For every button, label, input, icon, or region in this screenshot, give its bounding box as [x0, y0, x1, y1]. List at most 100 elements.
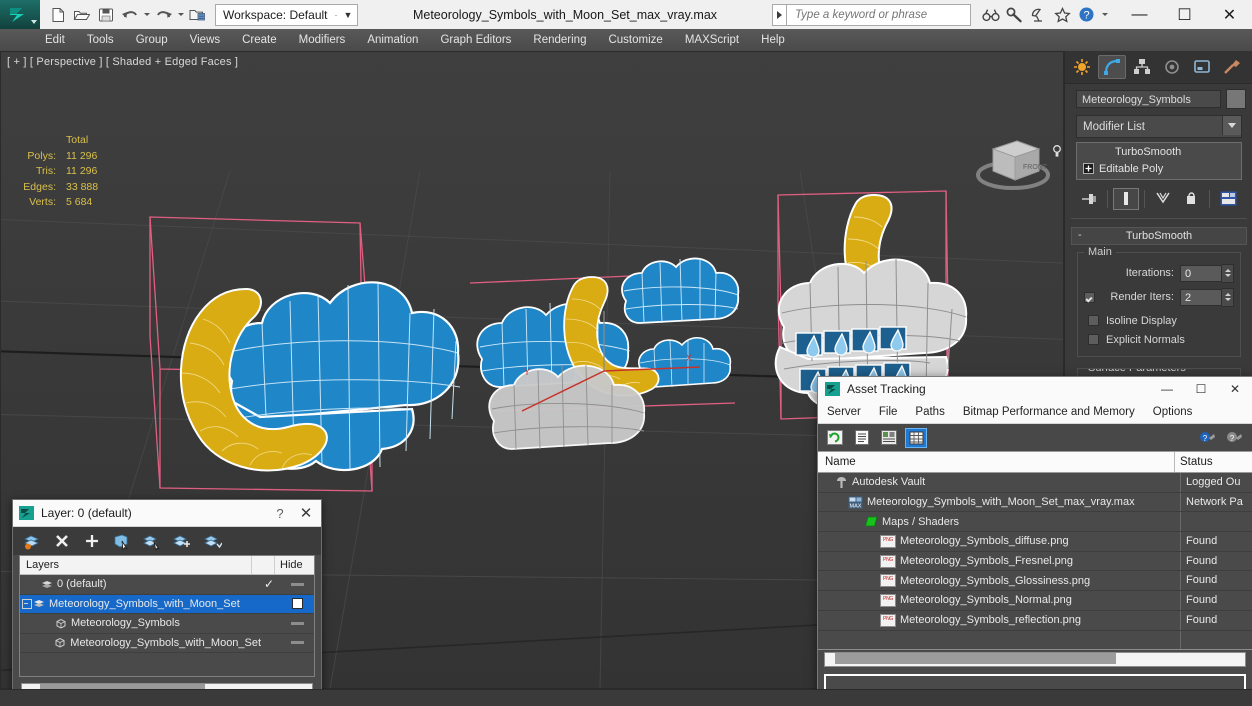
asset-tracking-dialog[interactable]: Asset Tracking — ☐ ✕ Server File Paths B… — [817, 376, 1252, 702]
menu-item-create[interactable]: Create — [231, 29, 288, 51]
select-objects-in-layer-icon[interactable] — [109, 530, 135, 552]
modifier-list-dropdown[interactable]: Modifier List — [1076, 115, 1242, 138]
menu-item-maxscript[interactable]: MAXScript — [674, 29, 750, 51]
workspace-chevron-down-icon[interactable]: ▼ — [341, 10, 355, 20]
layer-current-check-icon[interactable]: ✓ — [258, 577, 280, 591]
layer-dialog-close-button[interactable]: ✕ — [291, 504, 321, 522]
undo-dropdown-icon[interactable] — [142, 3, 151, 26]
help-gray-icon[interactable]: ? — [1224, 428, 1246, 448]
asset-row-fresnel-png[interactable]: Meteorology_Symbols_Fresnel.png Found — [818, 551, 1252, 572]
modifier-stack-item-editable-poly[interactable]: Editable Poly — [1077, 160, 1241, 177]
make-unique-icon[interactable] — [1150, 188, 1176, 210]
layer-dialog[interactable]: Layer: 0 (default) ? ✕ Layers Hide 0 (de… — [12, 499, 322, 696]
menu-item-tools[interactable]: Tools — [76, 29, 125, 51]
menu-item-animation[interactable]: Animation — [356, 29, 429, 51]
modifier-list-chevron-down-icon[interactable] — [1222, 116, 1241, 135]
layer-column-visible[interactable] — [251, 556, 274, 574]
help-blue-icon[interactable]: ? — [1197, 428, 1219, 448]
explicit-normals-checkbox[interactable] — [1088, 334, 1099, 345]
render-iters-field[interactable]: 2 — [1180, 288, 1222, 306]
modify-tab-icon[interactable] — [1098, 55, 1126, 79]
layer-expander-icon[interactable] — [20, 598, 33, 609]
asset-horizontal-scrollbar[interactable] — [824, 652, 1246, 668]
star-icon[interactable] — [1052, 4, 1073, 25]
menu-item-graph-editors[interactable]: Graph Editors — [429, 29, 522, 51]
grid-view-icon[interactable] — [905, 427, 927, 448]
utilities-tab-icon[interactable] — [1218, 55, 1246, 79]
set-project-folder-icon[interactable] — [186, 3, 209, 26]
set-current-layer-icon[interactable] — [199, 530, 225, 552]
layer-column-hide[interactable]: Hide — [274, 556, 314, 574]
asset-column-name[interactable]: Name — [818, 456, 1174, 468]
satellite-icon[interactable] — [1028, 4, 1049, 25]
rollout-header[interactable]: - TurboSmooth — [1071, 227, 1247, 245]
viewport-label[interactable]: [ + ] [ Perspective ] [ Shaded + Edged F… — [7, 56, 238, 68]
iterations-field[interactable]: 0 — [1180, 264, 1222, 282]
search-input[interactable] — [793, 7, 970, 22]
isoline-display-row[interactable]: Isoline Display — [1084, 311, 1234, 330]
workspace-selector[interactable]: Workspace: Default · ▼ — [215, 3, 358, 26]
menu-item-group[interactable]: Group — [125, 29, 179, 51]
thumbnail-view-icon[interactable] — [878, 428, 900, 448]
asset-row-diffuse-png[interactable]: Meteorology_Symbols_diffuse.png Found — [818, 532, 1252, 552]
redo-dropdown-icon[interactable] — [176, 3, 185, 26]
layer-row-object-meteorology-set[interactable]: Meteorology_Symbols_with_Moon_Set — [20, 634, 314, 653]
iterations-spinner[interactable] — [1222, 263, 1234, 283]
menu-item-edit[interactable]: Edit — [34, 29, 76, 51]
asset-menu-options[interactable]: Options — [1144, 401, 1202, 423]
asset-scrollbar-thumb[interactable] — [835, 653, 1116, 665]
asset-column-status[interactable]: Status — [1174, 452, 1252, 472]
asset-tracking-close-button[interactable]: ✕ — [1218, 377, 1252, 401]
new-file-icon[interactable] — [46, 3, 69, 26]
display-tab-icon[interactable] — [1188, 55, 1216, 79]
render-iters-spinner[interactable] — [1222, 287, 1234, 307]
select-highlighted-objects-icon[interactable] — [139, 530, 165, 552]
menu-item-customize[interactable]: Customize — [597, 29, 673, 51]
asset-tracking-title-bar[interactable]: Asset Tracking — ☐ ✕ — [818, 377, 1252, 401]
layer-row-default[interactable]: 0 (default) ✓ — [20, 575, 314, 595]
search-box[interactable] — [786, 3, 971, 26]
list-view-icon[interactable] — [851, 428, 873, 448]
asset-menu-file[interactable]: File — [870, 401, 907, 423]
explicit-normals-row[interactable]: Explicit Normals — [1084, 330, 1234, 349]
help-dropdown-icon[interactable] — [1100, 3, 1109, 26]
asset-row-maps-shaders[interactable]: Maps / Shaders — [818, 512, 1252, 533]
redo-icon[interactable] — [152, 3, 175, 26]
layer-column-name[interactable]: Layers — [20, 559, 251, 571]
add-layer-icon[interactable] — [79, 530, 105, 552]
layer-hide-toggle[interactable] — [280, 582, 314, 586]
layer-row-meteorology-set[interactable]: Meteorology_Symbols_with_Moon_Set — [20, 594, 314, 614]
configure-sets-icon[interactable] — [1215, 188, 1241, 210]
asset-tracking-minimize-button[interactable]: — — [1150, 377, 1184, 401]
layer-dialog-title-bar[interactable]: Layer: 0 (default) ? ✕ — [13, 500, 321, 527]
rollout-collapse-icon[interactable]: - — [1078, 229, 1082, 241]
window-maximize-button[interactable]: ☐ — [1162, 0, 1207, 29]
logo-caret-icon[interactable] — [31, 20, 37, 24]
create-new-layer-icon[interactable] — [19, 530, 45, 552]
asset-menu-paths[interactable]: Paths — [906, 401, 953, 423]
binoculars-icon[interactable] — [980, 4, 1001, 25]
3dsmax-logo[interactable] — [0, 0, 40, 29]
viewcube[interactable]: FRONT — [965, 123, 1061, 195]
save-file-icon[interactable] — [94, 3, 117, 26]
asset-menu-bitmap-performance[interactable]: Bitmap Performance and Memory — [954, 401, 1144, 423]
layer-hide-toggle[interactable] — [280, 621, 314, 625]
layer-hide-toggle[interactable] — [282, 641, 314, 645]
menu-item-help[interactable]: Help — [750, 29, 796, 51]
refresh-icon[interactable] — [824, 428, 846, 448]
undo-icon[interactable] — [118, 3, 141, 26]
show-end-result-icon[interactable] — [1113, 187, 1139, 210]
isoline-display-checkbox[interactable] — [1088, 315, 1099, 326]
object-color-swatch[interactable] — [1226, 89, 1246, 109]
remove-modifier-icon[interactable] — [1178, 188, 1204, 210]
motion-tab-icon[interactable] — [1158, 55, 1186, 79]
object-name-field[interactable]: Meteorology_Symbols — [1076, 90, 1221, 108]
asset-row-max-file[interactable]: MAX Meteorology_Symbols_with_Moon_Set_ma… — [818, 492, 1252, 513]
asset-row-reflection-png[interactable]: Meteorology_Symbols_reflection.png Found — [818, 610, 1252, 631]
create-tab-icon[interactable] — [1068, 55, 1096, 79]
menu-item-views[interactable]: Views — [179, 29, 231, 51]
hierarchy-tab-icon[interactable] — [1128, 55, 1156, 79]
asset-tracking-grid[interactable]: Name Status Autodesk Vault Logged Ou MAX… — [818, 451, 1252, 651]
delete-layer-icon[interactable] — [49, 530, 75, 552]
add-selected-objects-icon[interactable] — [169, 530, 195, 552]
